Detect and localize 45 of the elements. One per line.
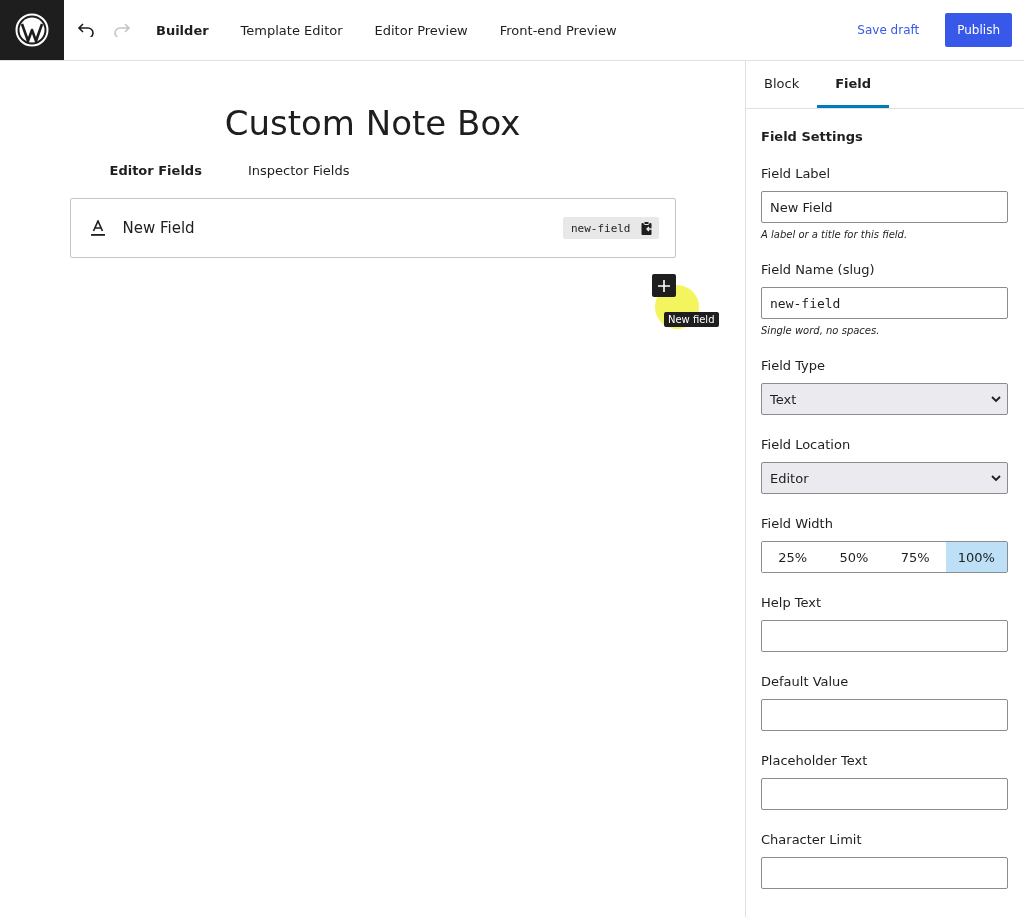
field-label: Help Text <box>761 595 823 610</box>
fields-tab[interactable]: Editor Fields <box>87 157 224 184</box>
text-format-icon <box>90 220 105 236</box>
field-label: Field Location <box>761 437 852 452</box>
fields-tab[interactable]: Inspector Fields <box>225 157 372 184</box>
input-field[interactable]: New Field <box>761 191 1008 223</box>
field-hint: A label or a title for this field. <box>761 229 909 240</box>
sidebar-tab[interactable]: Block <box>746 61 818 108</box>
publish-button[interactable]: Publish <box>945 13 1012 47</box>
field-label: Character Limit <box>761 832 863 847</box>
nav-tab[interactable]: Template Editor <box>224 10 359 50</box>
input-field[interactable] <box>761 778 1008 810</box>
field-label: Field Label <box>761 166 832 181</box>
field-label: Field Width <box>761 516 834 531</box>
section-title: Field Settings <box>761 129 864 144</box>
input-field[interactable] <box>761 620 1008 652</box>
input-field[interactable]: new-field <box>761 287 1008 319</box>
slug-text: new-field <box>570 221 631 235</box>
select-field[interactable]: Editor <box>761 462 1008 494</box>
block-title: Custom Note Box <box>224 102 521 145</box>
input-field[interactable] <box>761 857 1008 889</box>
chevron-down-icon <box>991 395 1001 403</box>
redo-icon <box>113 23 131 37</box>
undo-icon <box>77 23 95 37</box>
save-draft-button[interactable]: Save draft <box>851 22 926 38</box>
logo-icon[interactable] <box>0 0 64 60</box>
clipboard-icon[interactable] <box>640 221 653 235</box>
width-option[interactable]: 100% <box>945 542 1007 572</box>
add-field-button[interactable] <box>651 274 676 297</box>
field-label: Field Name (slug) <box>761 262 876 277</box>
field-card[interactable]: New Field new-field <box>69 198 676 258</box>
field-label: Placeholder Text <box>761 753 869 768</box>
field-hint: Single word, no spaces. <box>761 325 881 336</box>
chevron-down-icon <box>991 474 1001 482</box>
nav-tab[interactable]: Builder <box>140 10 225 50</box>
field-label: Field Type <box>761 358 826 373</box>
sidebar-tab[interactable]: Field <box>817 61 890 108</box>
tooltip: New field <box>663 312 719 327</box>
field-label: Default Value <box>761 674 850 689</box>
nav-tab[interactable]: Editor Preview <box>358 10 484 50</box>
field-name: New Field <box>122 219 196 237</box>
input-field[interactable] <box>761 699 1008 731</box>
select-field[interactable]: Text <box>761 383 1008 415</box>
plus-icon <box>657 279 670 292</box>
nav-tab[interactable]: Front-end Preview <box>483 10 633 50</box>
